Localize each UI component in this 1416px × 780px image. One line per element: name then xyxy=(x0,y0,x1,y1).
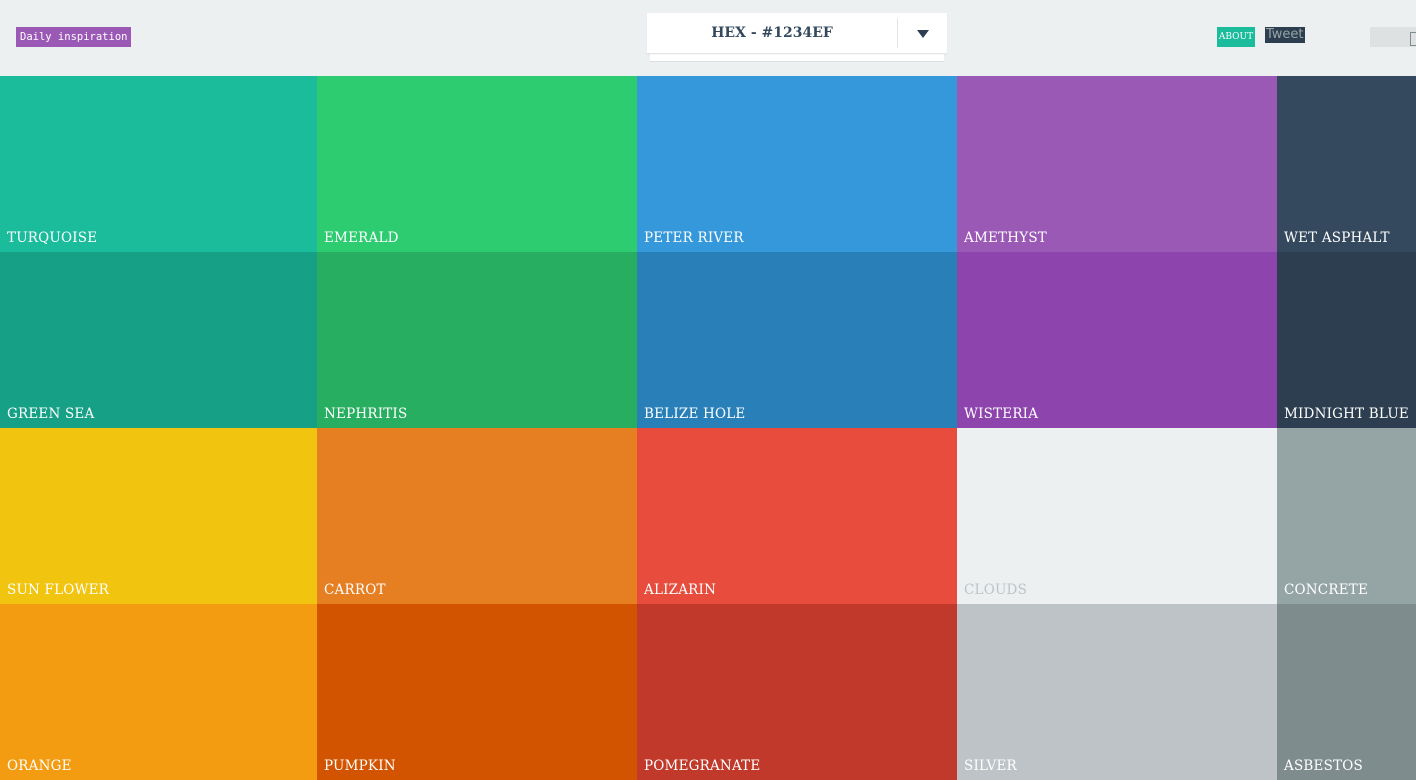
color-swatch[interactable]: TURQUOISE xyxy=(0,76,317,252)
format-select-shadow xyxy=(650,54,944,62)
color-format-select[interactable]: HEX - #1234EF xyxy=(647,13,947,54)
color-name-label: WISTERIA xyxy=(964,406,1039,422)
color-swatch[interactable]: CONCRETE xyxy=(1277,428,1416,604)
widget-box[interactable] xyxy=(1370,27,1416,47)
widget-icon xyxy=(1410,32,1416,46)
color-swatch[interactable]: WISTERIA xyxy=(957,252,1277,428)
color-swatch[interactable]: MIDNIGHT BLUE xyxy=(1277,252,1416,428)
color-swatch[interactable]: ASBESTOS xyxy=(1277,604,1416,780)
color-grid: TURQUOISE EMERALD PETER RIVER AMETHYST WET A… xyxy=(0,76,1416,780)
color-name-label: NEPHRITIS xyxy=(324,406,408,422)
color-name-label: BELIZE HOLE xyxy=(644,406,746,422)
color-swatch[interactable]: CLOUDS xyxy=(957,428,1277,604)
color-swatch[interactable]: WET ASPHALT xyxy=(1277,76,1416,252)
color-name-label: ALIZARIN xyxy=(644,582,717,598)
color-name-label: SUN FLOWER xyxy=(7,582,110,598)
color-swatch[interactable]: PUMPKIN xyxy=(317,604,637,780)
color-name-label: TURQUOISE xyxy=(7,230,98,246)
color-swatch[interactable]: NEPHRITIS xyxy=(317,252,637,428)
color-swatch[interactable]: EMERALD xyxy=(317,76,637,252)
top-bar: Daily inspiration HEX - #1234EF ABOUT Tw… xyxy=(0,0,1416,76)
color-name-label: AMETHYST xyxy=(964,230,1047,246)
color-format-value: HEX - #1234EF xyxy=(711,25,833,41)
color-swatch[interactable]: SUN FLOWER xyxy=(0,428,317,604)
color-name-label: CLOUDS xyxy=(964,582,1028,598)
color-name-label: MIDNIGHT BLUE xyxy=(1284,406,1409,422)
color-name-label: CONCRETE xyxy=(1284,582,1369,598)
color-name-label: CARROT xyxy=(324,582,386,598)
color-name-label: GREEN SEA xyxy=(7,406,95,422)
color-swatch[interactable]: BELIZE HOLE xyxy=(637,252,957,428)
about-button[interactable]: ABOUT xyxy=(1217,27,1255,47)
color-name-label: WET ASPHALT xyxy=(1284,230,1390,246)
color-swatch[interactable]: PETER RIVER xyxy=(637,76,957,252)
color-swatch[interactable]: CARROT xyxy=(317,428,637,604)
color-swatch[interactable]: SILVER xyxy=(957,604,1277,780)
select-divider xyxy=(897,18,898,48)
caret-down-icon[interactable] xyxy=(917,30,929,38)
color-swatch[interactable]: POMEGRANATE xyxy=(637,604,957,780)
daily-inspiration-badge[interactable]: Daily inspiration xyxy=(16,27,132,47)
color-name-label: PETER RIVER xyxy=(644,230,744,246)
color-swatch[interactable]: AMETHYST xyxy=(957,76,1277,252)
tweet-button[interactable]: Tweet xyxy=(1265,27,1305,43)
color-name-label: EMERALD xyxy=(324,230,399,246)
color-swatch[interactable]: ALIZARIN xyxy=(637,428,957,604)
color-swatch[interactable]: GREEN SEA xyxy=(0,252,317,428)
color-swatch[interactable]: ORANGE xyxy=(0,604,317,780)
